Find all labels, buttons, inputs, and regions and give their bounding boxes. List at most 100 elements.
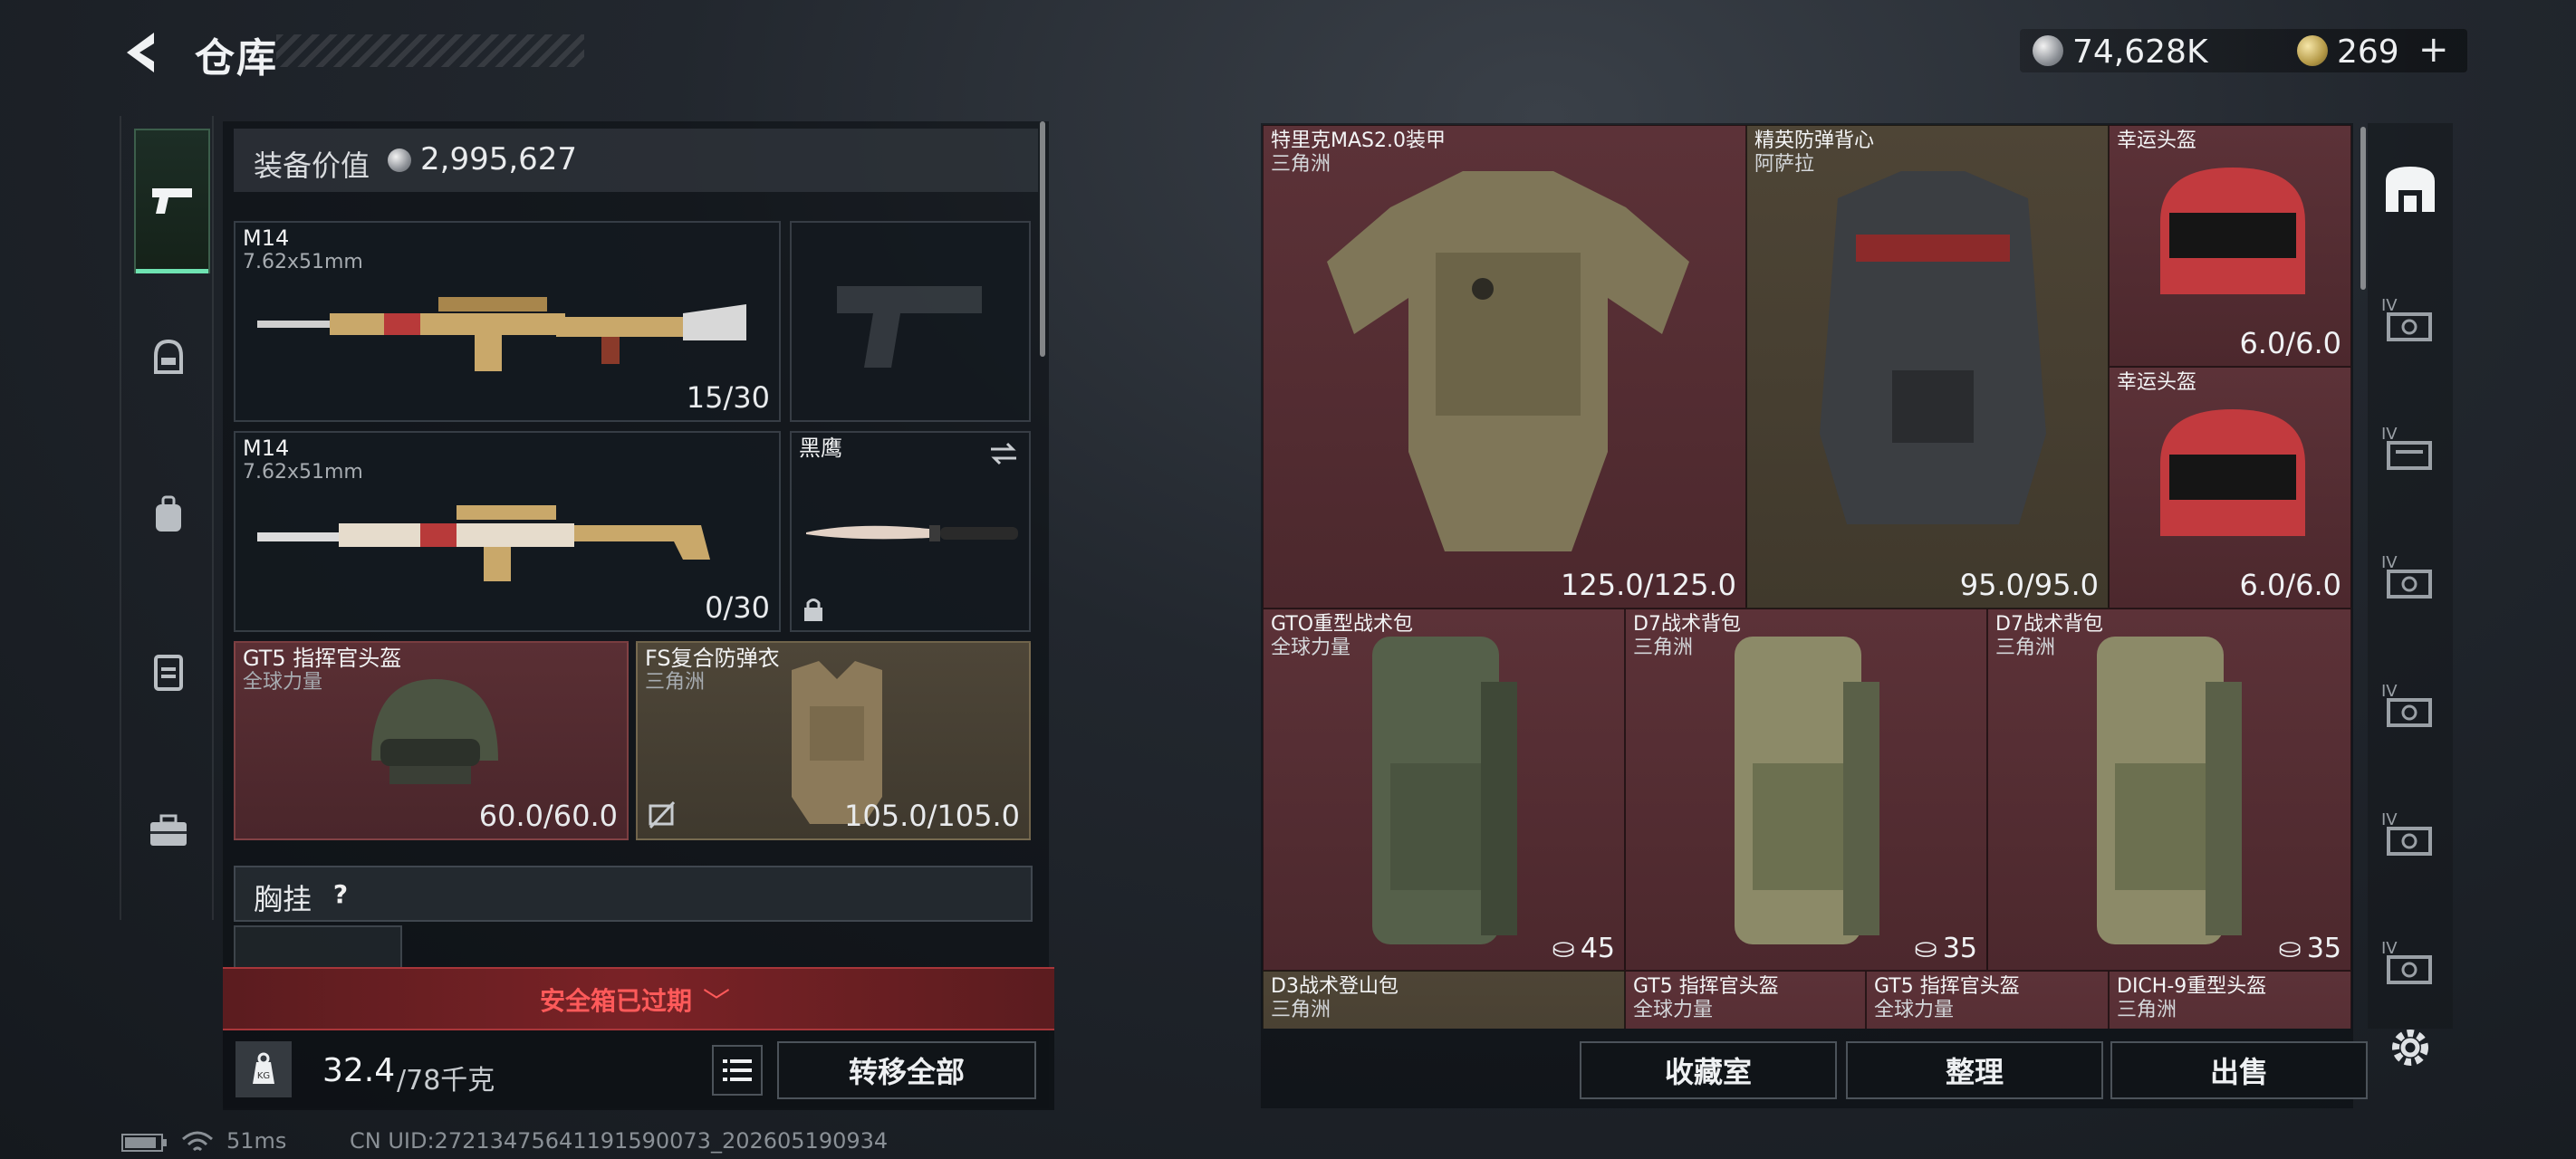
capacity: ⛀ 35 (1914, 933, 1977, 964)
category-sidebar (120, 116, 214, 920)
storage-box-icon: IV (2381, 810, 2432, 856)
armor-vest-icon (1820, 171, 2046, 524)
stash-item[interactable]: GT5 指挥官头盔 全球力量 (1866, 971, 2109, 1029)
ammo-count: 15/30 (686, 380, 770, 415)
help-button[interactable]: ? (322, 876, 359, 913)
ammo-count: 0/30 (705, 590, 770, 625)
weight-icon: KG (235, 1041, 292, 1097)
sidebar-item-weapons[interactable] (134, 129, 210, 273)
melee-slot[interactable]: 黑鹰 (790, 431, 1031, 632)
equipment-value: 2,995,627 (420, 141, 578, 177)
secondary-weapon-slot[interactable] (790, 221, 1031, 422)
weapon-caliber: 7.62x51mm (243, 251, 363, 273)
chest-rig-icon (154, 655, 183, 691)
storage-box-icon: IV (2381, 939, 2432, 984)
silver-coin-icon (2033, 35, 2063, 66)
sidebar-item-case[interactable] (132, 795, 205, 867)
back-button[interactable] (118, 25, 172, 80)
armor-name: FS复合防弹衣 (645, 646, 780, 671)
weight-small-icon: ⛀ (2278, 933, 2302, 964)
warehouse-icon (2386, 167, 2435, 212)
gold-coin-icon (2297, 35, 2328, 66)
tab-all[interactable] (2377, 156, 2444, 223)
settings-button[interactable] (2377, 1014, 2444, 1081)
organize-button[interactable]: 整理 (1846, 1041, 2103, 1099)
tab-storage-1[interactable]: IV (2377, 286, 2444, 353)
svg-text:IV: IV (2381, 682, 2398, 701)
stash-item[interactable]: D7战术背包 三角洲 ⛀ 35 (1987, 608, 2351, 971)
knife-icon (806, 525, 1018, 541)
weapon-caliber: 7.62x51mm (243, 461, 363, 484)
stash-item[interactable]: D7战术背包 三角洲 ⛀ 35 (1625, 608, 1987, 971)
stash-grid: 特里克MAS2.0装甲 三角洲 125.0/125.0 精英防弹背心 阿萨拉 9… (1263, 125, 2351, 1029)
capacity: ⛀ 35 (2278, 933, 2341, 964)
stash-item[interactable]: 精英防弹背心 阿萨拉 95.0/95.0 (1746, 125, 2109, 608)
helmet-source: 全球力量 (243, 671, 323, 694)
primary-weapon-slot-2[interactable]: M14 7.62x51mm 0/30 (234, 431, 781, 632)
rifle-icon (257, 505, 710, 581)
weight-small-icon: ⛀ (1914, 933, 1937, 964)
svg-text:IV: IV (2381, 553, 2398, 572)
svg-text:IV: IV (2381, 296, 2398, 315)
gold-amount: 269 (2337, 34, 2399, 71)
chest-rig-slot[interactable] (234, 925, 402, 971)
swap-icon[interactable] (987, 440, 1020, 467)
weight-current: 32.4 (322, 1052, 396, 1089)
chevron-down-icon: ﹀ (703, 987, 730, 1019)
storage-box-icon: IV (2381, 296, 2432, 341)
list-view-button[interactable] (712, 1045, 763, 1096)
list-icon (723, 1059, 752, 1081)
rifle-icon (257, 297, 746, 371)
helmet-durability: 60.0/60.0 (478, 799, 618, 833)
capacity: ⛀ 45 (1552, 933, 1615, 964)
primary-weapon-slot-1[interactable]: M14 7.62x51mm 15/30 (234, 221, 781, 422)
lucky-helmet-icon (2160, 409, 2305, 536)
armor-source: 三角洲 (645, 671, 706, 694)
tab-storage-5[interactable]: IV (2377, 800, 2444, 867)
sidebar-item-rig[interactable] (132, 636, 205, 708)
armor-slot[interactable]: FS复合防弹衣 三角洲 105.0/105.0 (636, 641, 1031, 840)
stash-item[interactable]: GT5 指挥官头盔 全球力量 (1625, 971, 1866, 1029)
safe-box-status: 安全箱已过期 (540, 986, 693, 1016)
lock-icon (804, 599, 822, 621)
loadout-scrollbar[interactable] (1040, 121, 1045, 357)
storage-box-icon: IV (2381, 553, 2432, 599)
currency-display: 74,628K 269 + (2020, 29, 2467, 72)
transfer-all-button[interactable]: 转移全部 (777, 1041, 1036, 1099)
collection-room-button[interactable]: 收藏室 (1580, 1041, 1837, 1099)
helmet-slot[interactable]: GT5 指挥官头盔 全球力量 60.0/60.0 (234, 641, 629, 840)
tab-storage-6[interactable]: IV (2377, 929, 2444, 996)
armor-vest-icon (1327, 171, 1689, 551)
sell-button[interactable]: 出售 (2110, 1041, 2368, 1099)
stash-item[interactable]: 特里克MAS2.0装甲 三角洲 125.0/125.0 (1263, 125, 1746, 608)
armor-durability: 105.0/105.0 (844, 799, 1020, 833)
svg-text:IV: IV (2381, 810, 2398, 829)
weapon-name: M14 (243, 436, 290, 461)
backpack-icon (156, 495, 181, 532)
stash-item[interactable]: 幸运头盔 6.0/6.0 (2109, 125, 2351, 367)
gear-icon (2392, 1030, 2428, 1066)
stash-item[interactable]: DICH-9重型头盔 三角洲 (2109, 971, 2351, 1029)
stash-scrollbar[interactable] (2360, 127, 2366, 290)
tab-storage-2[interactable]: IV (2377, 415, 2444, 482)
backpack-icon (2097, 637, 2242, 944)
sidebar-item-backpack[interactable] (132, 478, 205, 551)
sidebar-item-helmet[interactable] (132, 321, 205, 393)
equipment-value-label: 装备价值 (254, 148, 370, 183)
backpack-icon (1372, 637, 1517, 944)
storage-box-icon: IV (2381, 682, 2432, 727)
tab-storage-4[interactable]: IV (2377, 672, 2444, 739)
page-title: 仓库 (195, 35, 278, 81)
melee-name: 黑鹰 (799, 436, 842, 461)
stash-item[interactable]: D3战术登山包 三角洲 (1263, 971, 1625, 1029)
svg-text:IV: IV (2381, 939, 2398, 958)
stash-item[interactable]: 幸运头盔 6.0/6.0 (2109, 367, 2351, 608)
backpack-icon (1735, 637, 1879, 944)
weapon-name: M14 (243, 225, 290, 251)
storage-box-icon: IV (2381, 425, 2432, 470)
add-currency-button[interactable]: + (2418, 29, 2449, 71)
tab-storage-3[interactable]: IV (2377, 543, 2444, 610)
stash-item[interactable]: GTO重型战术包 全球力量 ⛀ 45 (1263, 608, 1625, 971)
weight-small-icon: ⛀ (1552, 933, 1575, 964)
lucky-helmet-icon (2160, 168, 2305, 294)
